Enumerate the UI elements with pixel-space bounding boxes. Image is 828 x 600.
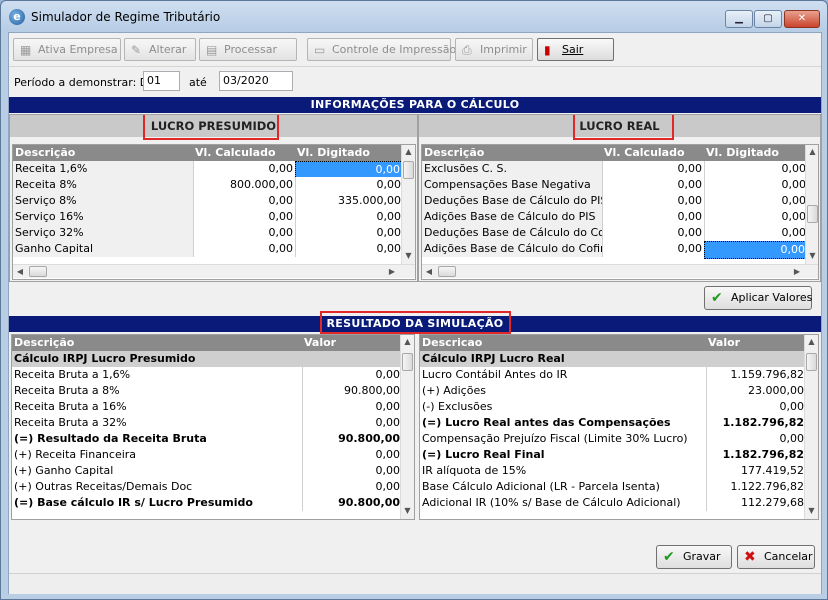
lucro-presumido-grid[interactable]: Descrição Vl. Calculado Vl. Digitado Rec… bbox=[12, 144, 416, 280]
lucro-real-panel: LUCRO REAL Descrição Vl. Calculado Vl. D… bbox=[418, 114, 821, 282]
grid-header: Descrição Vl. Calculado Vl. Digitado bbox=[422, 145, 808, 161]
scroll-thumb[interactable] bbox=[403, 161, 414, 179]
status-bar bbox=[9, 573, 821, 594]
exit-door-icon: ▮ bbox=[544, 43, 551, 57]
scroll-up-icon[interactable]: ▲ bbox=[401, 335, 414, 349]
scroll-thumb[interactable] bbox=[402, 353, 413, 371]
periodo-label: Período a demonstrar: De bbox=[14, 76, 156, 89]
close-button[interactable]: ✕ bbox=[784, 10, 820, 28]
grid-header: Descrição Vl. Calculado Vl. Digitado bbox=[13, 145, 403, 161]
vertical-scrollbar[interactable]: ▲ ▼ bbox=[804, 335, 818, 519]
lucro-real-grid[interactable]: Descrição Vl. Calculado Vl. Digitado Exc… bbox=[421, 144, 819, 280]
scroll-right-icon[interactable]: ▶ bbox=[385, 265, 399, 278]
vertical-scrollbar[interactable]: ▲ ▼ bbox=[401, 145, 415, 264]
info-calculo-banner: INFORMAÇÕES PARA O CÁLCULO bbox=[9, 97, 821, 113]
alterar-button[interactable]: ✎ Alterar bbox=[124, 38, 196, 61]
periodo-de-input[interactable]: 01 bbox=[143, 71, 180, 91]
scroll-thumb[interactable] bbox=[806, 353, 817, 371]
lucro-presumido-panel: LUCRO PRESUMIDO Descrição Vl. Calculado … bbox=[9, 114, 418, 282]
periodo-ate-input[interactable]: 03/2020 bbox=[219, 71, 293, 91]
cancel-x-icon: ✖ bbox=[744, 549, 756, 565]
scroll-up-icon[interactable]: ▲ bbox=[402, 145, 415, 159]
processar-button[interactable]: ▤ Processar bbox=[199, 38, 297, 61]
horizontal-scrollbar[interactable]: ◀ ▶ bbox=[422, 264, 818, 278]
scroll-down-icon[interactable]: ▼ bbox=[805, 504, 818, 518]
selected-cell[interactable]: 0,00 bbox=[704, 241, 808, 259]
scroll-up-icon[interactable]: ▲ bbox=[805, 335, 818, 349]
imprimir-button[interactable]: ⎙ Imprimir bbox=[455, 38, 533, 61]
horizontal-scrollbar[interactable]: ◀ ▶ bbox=[13, 264, 415, 278]
vertical-scrollbar[interactable]: ▲ ▼ bbox=[400, 335, 414, 519]
edit-icon: ✎ bbox=[131, 43, 142, 57]
scroll-down-icon[interactable]: ▼ bbox=[401, 504, 414, 518]
printer-icon: ⎙ bbox=[462, 43, 472, 57]
maximize-button[interactable]: ▢ bbox=[754, 10, 782, 28]
controle-impressao-button[interactable]: ▭ Controle de Impressão bbox=[307, 38, 456, 61]
monitor-icon: ▭ bbox=[314, 43, 326, 57]
minimize-button[interactable]: ▁ bbox=[725, 10, 753, 28]
ate-label: até bbox=[189, 76, 207, 89]
calculator-icon: ▤ bbox=[206, 43, 218, 57]
highlight-box bbox=[143, 115, 279, 140]
main-form: ▦ Ativa Empresa ✎ Alterar ▤ Processar ▭ Cont… bbox=[8, 32, 822, 594]
highlight-box bbox=[320, 311, 511, 334]
aplicar-valores-button[interactable]: ✔ Aplicar Valores bbox=[704, 286, 812, 310]
group-header: Cálculo IRPJ Lucro Real bbox=[420, 351, 806, 367]
scroll-thumb[interactable] bbox=[438, 266, 456, 277]
scroll-thumb[interactable] bbox=[807, 205, 818, 223]
highlight-box bbox=[573, 115, 674, 140]
checkmark-icon: ✔ bbox=[711, 290, 723, 306]
scroll-left-icon[interactable]: ◀ bbox=[422, 265, 436, 278]
scroll-down-icon[interactable]: ▼ bbox=[402, 249, 415, 263]
resultado-real-grid[interactable]: Descricao Valor Cálculo IRPJ Lucro Real … bbox=[419, 334, 819, 520]
sair-button[interactable]: ▮ Sair bbox=[537, 38, 614, 61]
scroll-down-icon[interactable]: ▼ bbox=[806, 249, 818, 263]
scroll-left-icon[interactable]: ◀ bbox=[13, 265, 27, 278]
app-window: e Simulador de Regime Tributário ▁ ▢ ✕ ▦… bbox=[0, 0, 828, 600]
window-title: Simulador de Regime Tributário bbox=[31, 10, 221, 24]
toolbar-separator bbox=[9, 66, 821, 67]
cancelar-button[interactable]: ✖ Cancelar bbox=[737, 545, 815, 569]
gravar-button[interactable]: ✔ Gravar bbox=[656, 545, 732, 569]
scroll-right-icon[interactable]: ▶ bbox=[790, 265, 804, 278]
checkmark-icon: ✔ bbox=[663, 549, 675, 565]
grid-icon: ▦ bbox=[20, 43, 32, 57]
table-row: Cálculo IRPJ Lucro Presumido bbox=[12, 351, 402, 367]
table-row: Cálculo IRPJ Lucro Real bbox=[420, 351, 806, 367]
title-bar[interactable]: e Simulador de Regime Tributário ▁ ▢ ✕ bbox=[1, 1, 827, 31]
resultado-presumido-grid[interactable]: Descrição Valor Cálculo IRPJ Lucro Presu… bbox=[11, 334, 415, 520]
scroll-up-icon[interactable]: ▲ bbox=[806, 145, 818, 159]
grid-header: Descrição Valor bbox=[12, 335, 402, 351]
app-logo-icon: e bbox=[9, 9, 25, 25]
ativa-empresa-button[interactable]: ▦ Ativa Empresa bbox=[13, 38, 121, 61]
grid-header: Descricao Valor bbox=[420, 335, 806, 351]
vertical-scrollbar[interactable]: ▲ ▼ bbox=[805, 145, 818, 264]
scroll-thumb[interactable] bbox=[29, 266, 47, 277]
group-header: Cálculo IRPJ Lucro Presumido bbox=[12, 351, 402, 367]
